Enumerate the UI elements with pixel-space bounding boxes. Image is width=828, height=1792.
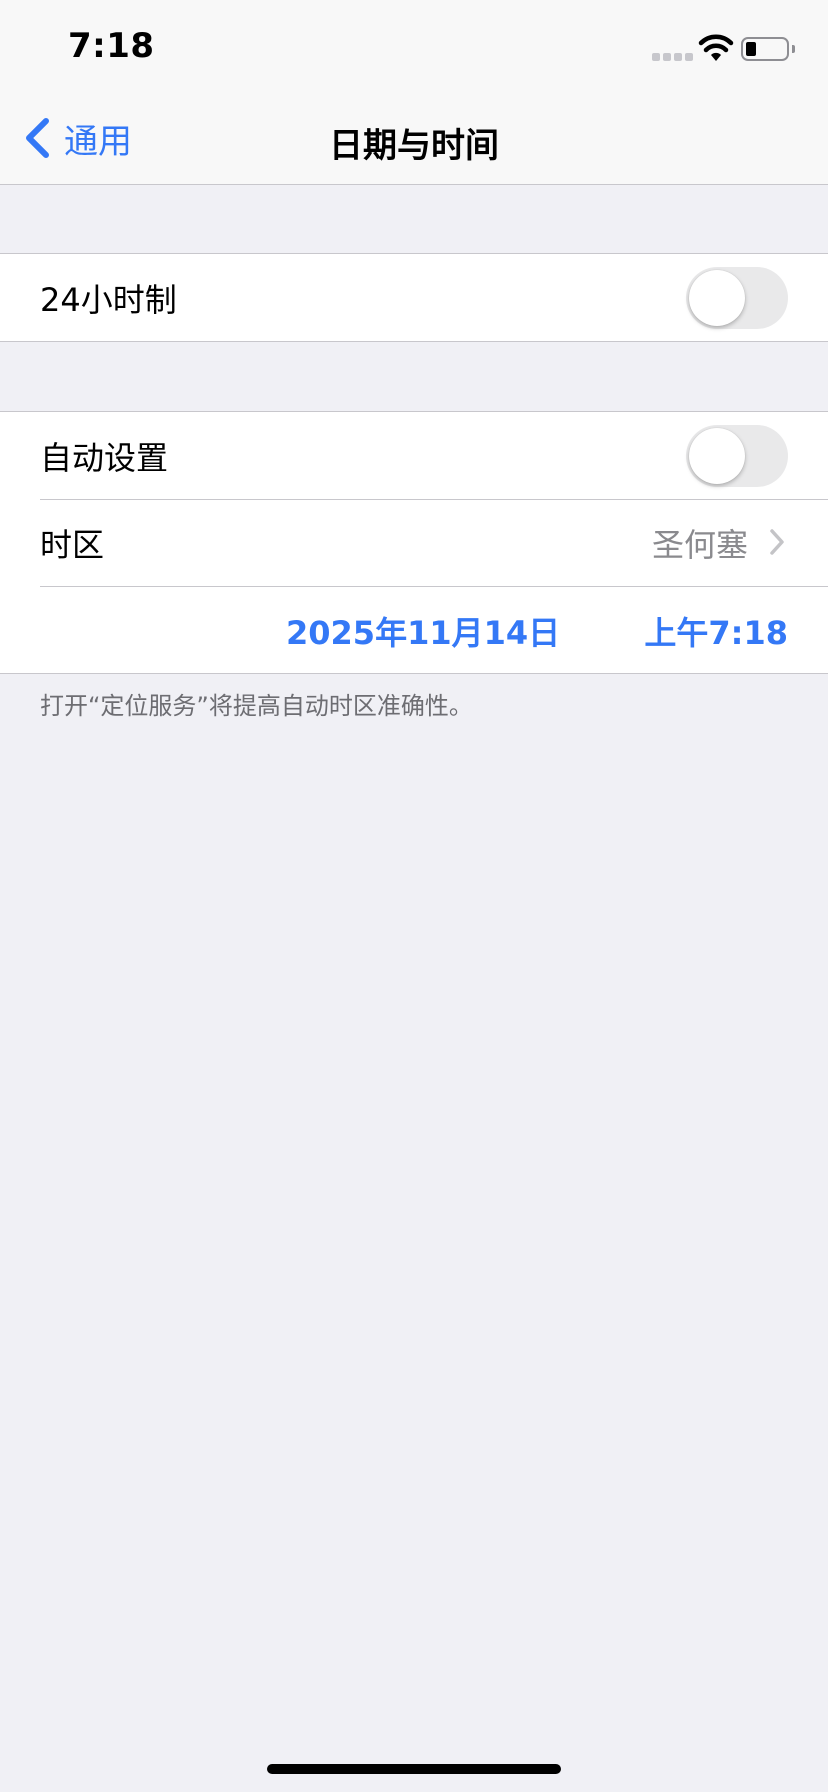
settings-group-time: 自动设置 时区 圣何塞 2025年11月14日 上午7:18	[0, 411, 828, 674]
chevron-right-icon	[770, 529, 784, 555]
row-set-automatically-label: 自动设置	[40, 439, 169, 477]
time-zone-value: 圣何塞	[651, 526, 748, 564]
time-button[interactable]: 上午7:18	[644, 608, 788, 654]
battery-tip	[792, 45, 795, 53]
row-set-automatically: 自动设置	[0, 412, 828, 499]
row-24-hour: 24小时制	[0, 254, 828, 341]
toggle-knob	[689, 428, 745, 484]
toggle-knob	[689, 270, 745, 326]
wifi-icon	[698, 34, 734, 61]
page-title: 日期与时间	[329, 126, 499, 166]
row-time-zone[interactable]: 时区 圣何塞	[0, 499, 828, 586]
row-24-hour-label: 24小时制	[40, 281, 177, 319]
screen: 7:18 通用 日期与时间 24小时制 自动设置 时区 圣何塞 2025年11月…	[0, 0, 828, 1792]
set-automatically-toggle[interactable]	[686, 425, 788, 487]
row-time-zone-label: 时区	[40, 526, 105, 564]
24-hour-toggle[interactable]	[686, 267, 788, 329]
location-services-footnote: 打开“定位服务”将提高自动时区准确性。	[40, 692, 473, 720]
status-time: 7:18	[68, 26, 155, 66]
home-indicator[interactable]	[267, 1764, 561, 1774]
status-bar: 7:18	[0, 0, 828, 92]
settings-group-format: 24小时制	[0, 253, 828, 342]
row-date-time: 2025年11月14日 上午7:18	[0, 586, 828, 673]
date-button[interactable]: 2025年11月14日	[286, 608, 560, 654]
battery-level	[746, 42, 756, 56]
cellular-signal-icon	[652, 53, 693, 61]
battery-icon	[741, 37, 789, 61]
navigation-bar: 通用 日期与时间	[0, 92, 828, 185]
